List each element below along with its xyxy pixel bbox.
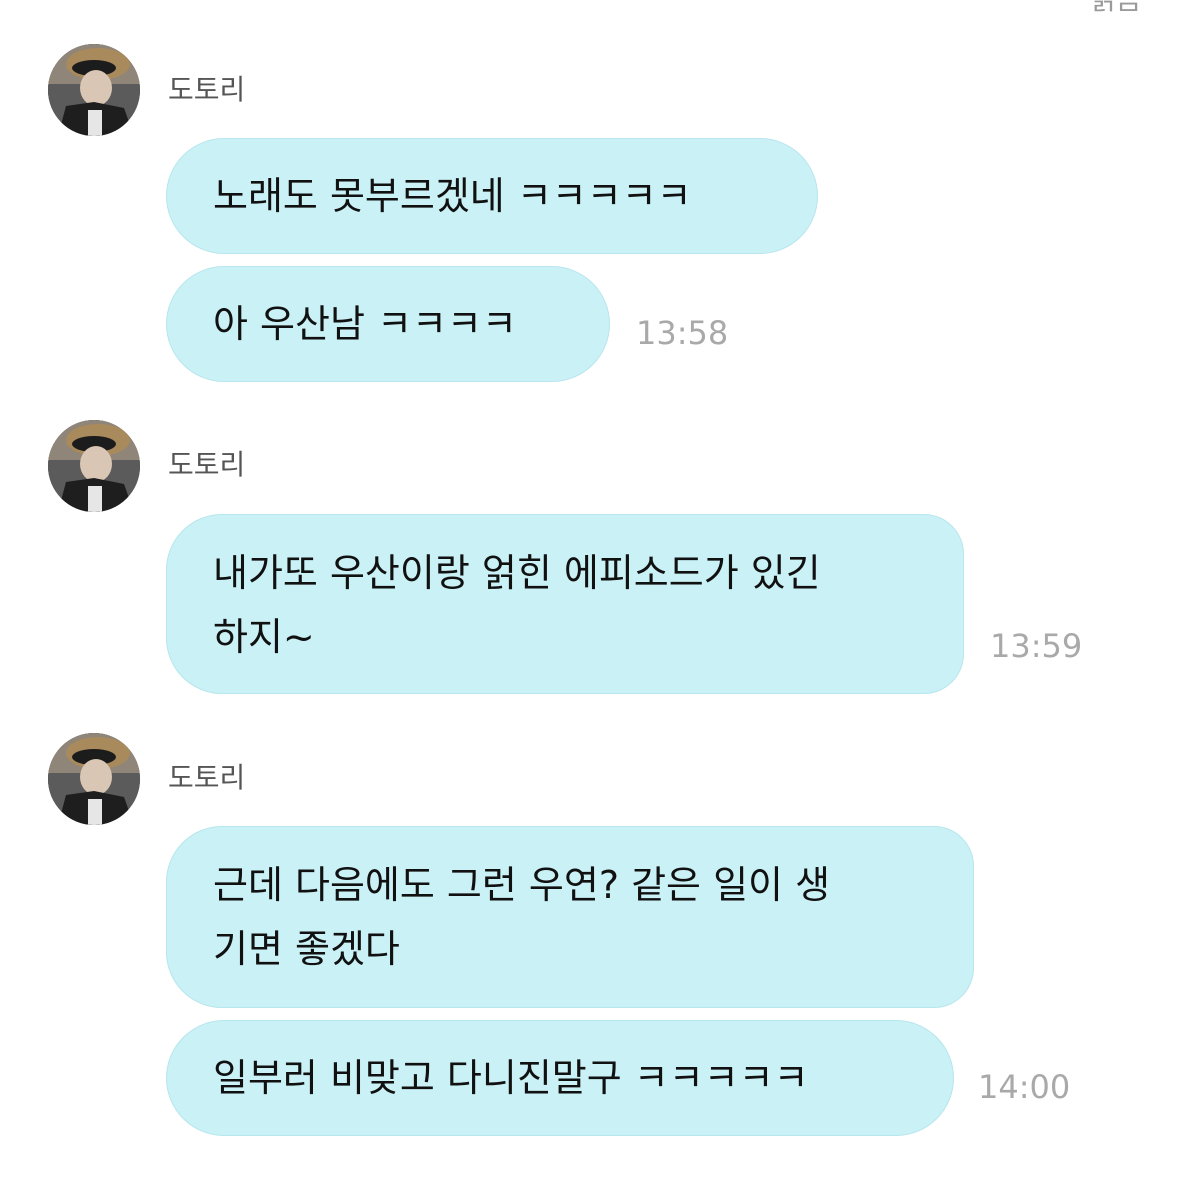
avatar[interactable] xyxy=(48,420,140,512)
sender-name: 도토리 xyxy=(168,448,246,481)
message-text: 근데 다음에도 그런 우연? 같은 일이 생 기면 좋겠다 xyxy=(213,863,831,971)
profile-photo-icon xyxy=(48,44,140,136)
message-bubble[interactable]: 노래도 못부르겠네 ㅋㅋㅋㅋㅋ xyxy=(166,138,818,254)
message-timestamp: 14:00 xyxy=(978,1068,1071,1106)
message-text: 아 우산남 ㅋㅋㅋㅋ xyxy=(213,302,517,346)
profile-photo-icon xyxy=(48,420,140,512)
avatar[interactable] xyxy=(48,733,140,825)
avatar[interactable] xyxy=(48,44,140,136)
message-bubble[interactable]: 아 우산남 ㅋㅋㅋㅋ xyxy=(166,266,610,382)
sender-name: 도토리 xyxy=(168,761,246,794)
sender-name: 도토리 xyxy=(168,73,246,106)
message-bubble[interactable]: 근데 다음에도 그런 우연? 같은 일이 생 기면 좋겠다 xyxy=(166,826,974,1008)
message-bubble[interactable]: 일부러 비맞고 다니진말구 ㅋㅋㅋㅋㅋ xyxy=(166,1020,954,1136)
message-timestamp: 13:59 xyxy=(990,627,1083,665)
message-bubble[interactable]: 내가또 우산이랑 얽힌 에피소드가 있긴 하지~ xyxy=(166,514,964,694)
message-text: 내가또 우산이랑 얽힌 에피소드가 있긴 하지~ xyxy=(213,551,821,659)
message-text: 노래도 못부르겠네 ㅋㅋㅋㅋㅋ xyxy=(213,174,692,218)
message-text: 일부러 비맞고 다니진말구 ㅋㅋㅋㅋㅋ xyxy=(213,1056,809,1100)
read-status-fragment: 읽음 xyxy=(1090,0,1142,18)
message-timestamp: 13:58 xyxy=(636,314,729,352)
profile-photo-icon xyxy=(48,733,140,825)
